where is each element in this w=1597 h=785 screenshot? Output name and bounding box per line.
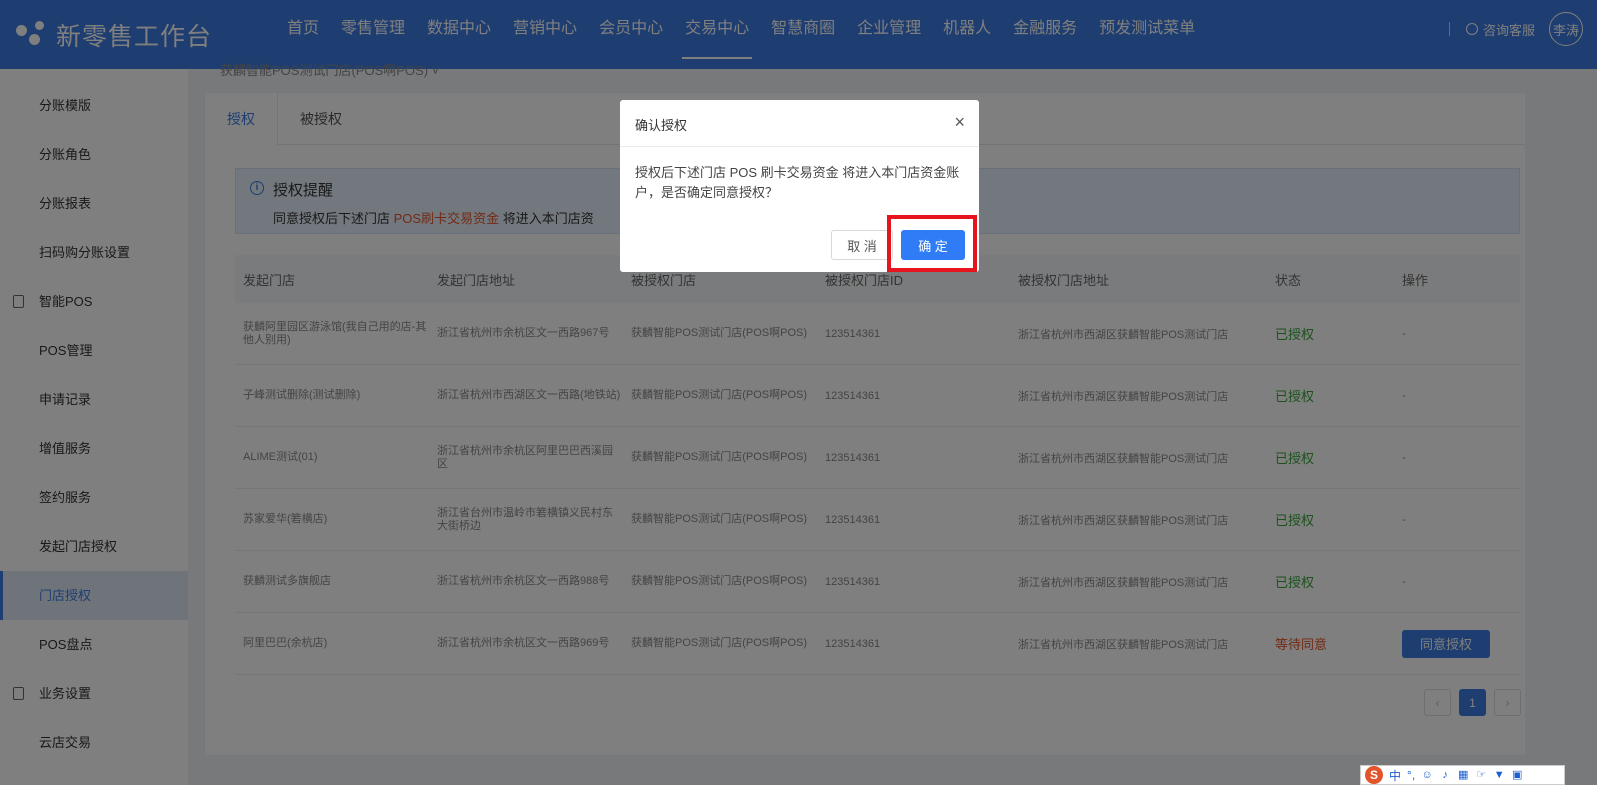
dialog-body: 授权后下述门店 POS 刷卡交易资金 将进入本门店资金账户，是否确定同意授权？ bbox=[635, 165, 960, 200]
ime-punct-toggle[interactable]: °, bbox=[1407, 768, 1415, 782]
dialog-title: 确认授权 bbox=[635, 118, 688, 133]
shirt-icon[interactable]: ▼ bbox=[1493, 769, 1505, 781]
sogou-logo-icon[interactable]: S bbox=[1365, 766, 1383, 784]
confirm-highlight-box bbox=[887, 215, 977, 272]
dialog-header: 确认授权 × bbox=[620, 100, 979, 147]
emoji-icon[interactable]: ☺ bbox=[1421, 769, 1433, 781]
hand-icon[interactable]: ☞ bbox=[1475, 769, 1487, 781]
grid-icon[interactable]: ▣ bbox=[1511, 769, 1523, 781]
cancel-button[interactable]: 取 消 bbox=[831, 230, 893, 260]
mic-icon[interactable]: ♪ bbox=[1439, 769, 1451, 781]
close-icon[interactable]: × bbox=[954, 112, 965, 132]
ime-toolbar: S 中 °, ☺ ♪ ▦ ☞ ▼ ▣ bbox=[1360, 765, 1565, 785]
keyboard-icon[interactable]: ▦ bbox=[1457, 769, 1469, 781]
ime-lang-toggle[interactable]: 中 bbox=[1389, 767, 1401, 784]
